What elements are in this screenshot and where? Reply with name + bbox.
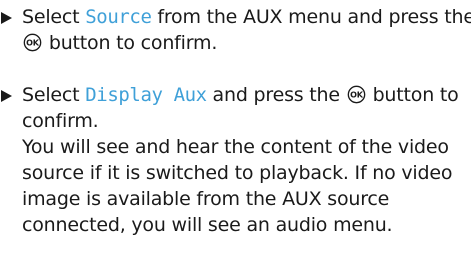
ok-button-icon: OK — [23, 33, 42, 51]
step-1-menu-term: Source — [85, 6, 152, 28]
step-1-suffix: button to confirm. — [43, 32, 218, 54]
step-1-prefix: Select — [22, 6, 86, 28]
ok-button-icon: OK — [347, 85, 366, 103]
instruction-step-1: Select Source from the AUX menu and pres… — [0, 4, 471, 56]
step-2-menu-term: Display Aux — [85, 84, 207, 106]
bullet-arrow-icon — [1, 12, 12, 24]
instruction-step-2: Select Display Aux and press the OK butt… — [0, 82, 471, 238]
step-2-middle: and press the — [206, 84, 346, 106]
bullet-arrow-icon — [1, 90, 12, 102]
ok-button-label: OK — [350, 90, 364, 99]
step-2-prefix: Select — [22, 84, 86, 106]
ok-button-label: OK — [26, 38, 40, 47]
step-2-result-text: You will see and hear the content of the… — [22, 136, 453, 236]
step-1-middle: from the AUX menu and press the — [151, 6, 471, 28]
